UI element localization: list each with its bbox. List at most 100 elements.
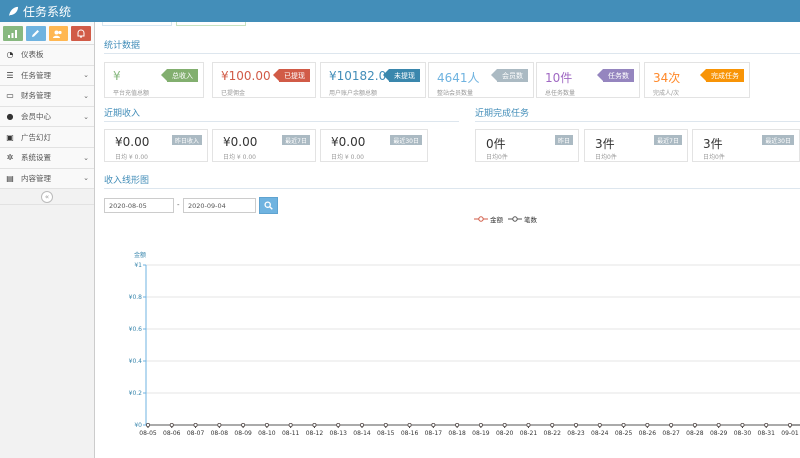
data-point xyxy=(716,422,721,427)
task-card-7days: 3件 日均0件 最近7日 xyxy=(584,129,688,162)
task-caption: 日均0件 xyxy=(595,154,617,161)
bell-icon[interactable] xyxy=(71,26,91,41)
legend-label: 金额 xyxy=(490,216,503,224)
pencil-icon[interactable] xyxy=(25,26,46,41)
x-tick-label: 08-27 xyxy=(662,430,680,437)
x-tick-label: 08-05 xyxy=(139,430,157,437)
x-tick-label: 08-31 xyxy=(758,430,776,437)
stat-card-withdrawn: ¥100.00 已提佣金 已提现 xyxy=(212,62,316,98)
top-navbar: 任务系统 xyxy=(0,0,800,22)
stat-caption: 总任务数量 xyxy=(545,90,576,97)
sidebar-item-tasks[interactable]: ☰ 任务管理 ⌄ xyxy=(0,65,94,87)
search-button[interactable] xyxy=(259,197,278,214)
x-tick-label: 08-09 xyxy=(234,430,252,437)
sidebar-item-label: 财务管理 xyxy=(21,91,51,101)
x-tick-label: 08-10 xyxy=(258,430,276,437)
stat-card-members: 4641人 整站会员数量 会员数 xyxy=(428,62,534,98)
task-caption: 日均0件 xyxy=(703,154,725,161)
date-from-input[interactable]: 2020-08-05 xyxy=(104,198,174,213)
chart-legend-item[interactable]: 金额 xyxy=(474,214,503,224)
sidebar: ◔ 仪表板 ☰ 任务管理 ⌄ ▭ 财务管理 ⌄ ● 会员中心 ⌄ ▣ 广告幻灯 … xyxy=(0,22,95,458)
stat-caption: 完成人/次 xyxy=(653,90,680,97)
stat-value: ¥ xyxy=(113,69,121,83)
task-value: 3件 xyxy=(595,137,615,151)
y-axis-label: 金额 xyxy=(134,251,146,259)
sidebar-item-label: 会员中心 xyxy=(21,112,51,122)
section-divider xyxy=(104,188,800,189)
stat-caption: 整站会员数量 xyxy=(437,90,474,97)
sidebar-item-content[interactable]: ▤ 内容管理 ⌄ xyxy=(0,168,94,190)
legend-marker xyxy=(474,216,488,222)
sidebar-item-settings[interactable]: ✲ 系统设置 ⌄ xyxy=(0,147,94,169)
task-caption: 日均0件 xyxy=(486,154,508,161)
sidebar-collapse: « xyxy=(0,189,94,206)
y-tick-label: ¥0 xyxy=(134,422,142,429)
x-tick-label: 08-12 xyxy=(306,430,324,437)
data-point xyxy=(431,422,436,427)
stat-card-completed: 34次 完成人/次 完成任务 xyxy=(644,62,750,98)
sidebar-item-finance[interactable]: ▭ 财务管理 ⌄ xyxy=(0,86,94,107)
list-icon: ☰ xyxy=(6,70,14,80)
x-tick-label: 08-06 xyxy=(163,430,181,437)
x-tick-label: 08-20 xyxy=(496,430,514,437)
y-tick-label: ¥0.2 xyxy=(129,390,143,397)
stat-badge: 已提现 xyxy=(273,69,310,82)
stat-card-tasks: 10件 总任务数量 任务数 xyxy=(536,62,640,98)
y-tick-label: ¥0.6 xyxy=(129,326,143,333)
sidebar-item-members[interactable]: ● 会员中心 ⌄ xyxy=(0,106,94,128)
chevron-down-icon: ⌄ xyxy=(83,91,89,100)
data-point xyxy=(621,422,626,427)
x-tick-label: 08-07 xyxy=(187,430,205,437)
sidebar-item-label: 内容管理 xyxy=(21,173,51,183)
picture-icon: ▣ xyxy=(6,132,14,142)
double-chevron-left-icon[interactable]: « xyxy=(41,190,53,203)
data-point xyxy=(692,422,697,427)
x-tick-label: 08-22 xyxy=(544,430,562,437)
x-tick-label: 08-13 xyxy=(330,430,348,437)
sidebar-item-ads[interactable]: ▣ 广告幻灯 xyxy=(0,127,94,148)
data-point xyxy=(312,422,317,427)
income-caption: 日均 ¥ 0.00 xyxy=(331,154,364,161)
x-tick-label: 08-29 xyxy=(710,430,728,437)
legend-label: 笔数 xyxy=(524,216,537,224)
data-point xyxy=(264,422,269,427)
date-to-input[interactable]: 2020-09-04 xyxy=(183,198,256,213)
chart-section-title: 收入线形图 xyxy=(104,176,150,186)
sidebar-item-label: 仪表板 xyxy=(21,50,44,60)
chart-legend-item[interactable]: 笔数 xyxy=(508,214,537,224)
top-tabs-strip xyxy=(102,22,246,26)
stat-value: 10件 xyxy=(545,71,573,85)
y-tick-label: ¥0.8 xyxy=(129,294,143,301)
book-icon: ▤ xyxy=(6,173,14,183)
data-point xyxy=(764,422,769,427)
sidebar-item-dashboard[interactable]: ◔ 仪表板 xyxy=(0,45,94,66)
task-value: 3件 xyxy=(703,137,723,151)
data-point xyxy=(407,422,412,427)
stat-caption: 用户账户余额总额 xyxy=(329,90,378,97)
stat-badge: 完成任务 xyxy=(700,69,744,82)
x-tick-label: 08-28 xyxy=(686,430,704,437)
stat-value: 34次 xyxy=(653,71,681,85)
signal-icon[interactable] xyxy=(3,26,23,41)
income-badge: 最近30日 xyxy=(390,135,422,145)
chevron-down-icon: ⌄ xyxy=(83,153,89,162)
x-tick-label: 08-19 xyxy=(472,430,490,437)
data-point xyxy=(288,422,293,427)
x-tick-label: 08-21 xyxy=(520,430,538,437)
search-icon xyxy=(264,201,273,210)
income-value: ¥0.00 xyxy=(331,135,366,149)
income-badge: 最近7日 xyxy=(282,135,310,145)
stat-caption: 平台充值总额 xyxy=(113,90,150,97)
stat-badge: 会员数 xyxy=(491,69,528,82)
tab-decoration xyxy=(102,22,172,26)
x-tick-label: 08-26 xyxy=(639,430,657,437)
chevron-down-icon: ⌄ xyxy=(83,112,89,121)
stats-section-title: 统计数据 xyxy=(104,41,141,51)
x-tick-label: 08-30 xyxy=(734,430,752,437)
income-value: ¥0.00 xyxy=(115,135,150,149)
sidebar-item-label: 广告幻灯 xyxy=(21,132,51,142)
data-point xyxy=(241,422,246,427)
income-card-yesterday: ¥0.00 日均 ¥ 0.00 昨日收入 xyxy=(104,129,208,162)
income-card-7days: ¥0.00 日均 ¥ 0.00 最近7日 xyxy=(212,129,316,162)
users-icon[interactable] xyxy=(48,26,69,41)
